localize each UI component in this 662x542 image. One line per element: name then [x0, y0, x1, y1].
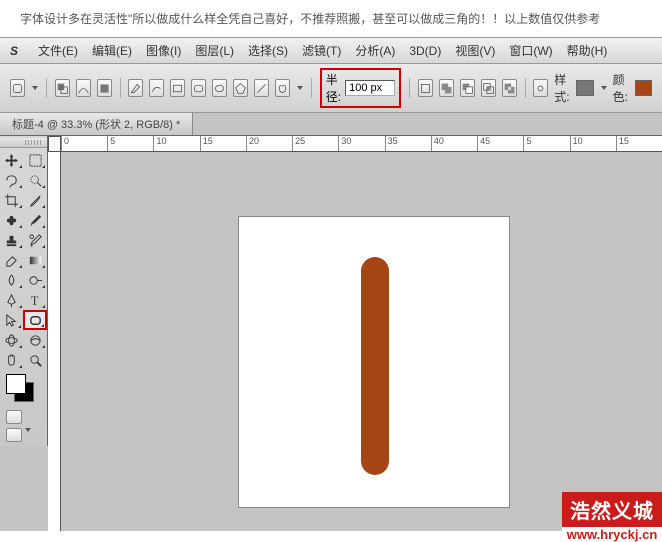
chevron-down-icon[interactable] [32, 86, 38, 90]
tutorial-note: 字体设计多在灵活性"所以做成什么样全凭自己喜好，不推荐照搬，甚至可以做成三角的！… [0, 0, 662, 37]
radius-label: 半径: [326, 71, 341, 105]
menu-help[interactable]: 帮助(H) [567, 42, 608, 59]
toolbox: T [0, 136, 48, 446]
lasso-tool[interactable] [0, 170, 24, 190]
stamp-tool[interactable] [0, 230, 24, 250]
menu-window[interactable]: 窗口(W) [509, 42, 552, 59]
app-badge: S [10, 44, 18, 58]
menu-filter[interactable]: 滤镜(T) [302, 42, 341, 59]
menu-view[interactable]: 视图(V) [455, 42, 495, 59]
foreground-color[interactable] [6, 374, 26, 394]
watermark-url: www.hryckj.cn [562, 527, 662, 542]
rounded-rect-shape[interactable] [361, 257, 389, 475]
canvas-area[interactable] [61, 152, 662, 531]
chevron-down-icon[interactable] [601, 86, 607, 90]
eraser-tool[interactable] [0, 250, 24, 270]
history-brush-tool[interactable] [24, 230, 48, 250]
mode-intersect-icon[interactable] [481, 79, 496, 97]
pen-tool[interactable] [0, 290, 24, 310]
menu-edit[interactable]: 编辑(E) [92, 42, 132, 59]
style-swatch[interactable] [576, 80, 593, 96]
mode-subtract-icon[interactable] [460, 79, 475, 97]
ruler-horizontal[interactable]: 05101520253035404551015 [61, 136, 662, 152]
ruler-vertical[interactable] [48, 152, 61, 531]
watermark: 浩然义城 www.hryckj.cn [562, 492, 662, 542]
quick-select-tool[interactable] [24, 170, 48, 190]
link-icon[interactable] [533, 79, 548, 97]
dodge-tool[interactable] [24, 270, 48, 290]
brush-tool[interactable] [24, 210, 48, 230]
tool-preset-icon[interactable] [10, 79, 25, 97]
shape-layers-icon[interactable] [55, 79, 70, 97]
eyedropper-tool[interactable] [24, 190, 48, 210]
color-label: 颜色: [613, 71, 629, 105]
hand-tool[interactable] [0, 350, 24, 370]
zoom-tool[interactable] [24, 350, 48, 370]
polygon-shape-icon[interactable] [233, 79, 248, 97]
pen-icon[interactable] [128, 79, 143, 97]
menu-select[interactable]: 选择(S) [248, 42, 288, 59]
rounded-rect-shape-icon[interactable] [191, 79, 206, 97]
move-tool[interactable] [0, 150, 24, 170]
canvas[interactable] [239, 217, 509, 507]
rectangle-shape-icon[interactable] [170, 79, 185, 97]
healing-tool[interactable] [0, 210, 24, 230]
custom-shape-icon[interactable] [275, 79, 290, 97]
crop-tool[interactable] [0, 190, 24, 210]
type-tool[interactable]: T [24, 290, 48, 310]
chevron-down-icon[interactable] [297, 86, 303, 90]
document-tab-bar: 标题-4 @ 33.3% (形状 2, RGB/8) * [0, 113, 662, 136]
radius-group: 半径: [320, 68, 401, 108]
fill-pixels-icon[interactable] [97, 79, 112, 97]
svg-text:T: T [31, 294, 39, 308]
ruler-origin[interactable] [48, 136, 61, 152]
menu-bar: S 文件(E) 编辑(E) 图像(I) 图层(L) 选择(S) 滤镜(T) 分析… [0, 37, 662, 64]
options-bar: 半径: 样式: 颜色: [0, 64, 662, 113]
3d-rotate-tool[interactable] [0, 330, 24, 350]
menu-layer[interactable]: 图层(L) [195, 42, 234, 59]
color-picker[interactable] [6, 374, 41, 404]
menu-analysis[interactable]: 分析(A) [355, 42, 395, 59]
menu-image[interactable]: 图像(I) [146, 42, 181, 59]
gradient-tool[interactable] [24, 250, 48, 270]
3d-orbit-tool[interactable] [24, 330, 48, 350]
blur-tool[interactable] [0, 270, 24, 290]
document-tab[interactable]: 标题-4 @ 33.3% (形状 2, RGB/8) * [0, 113, 193, 135]
mode-new-icon[interactable] [418, 79, 433, 97]
screen-mode-toggle[interactable] [6, 428, 22, 442]
paths-icon[interactable] [76, 79, 91, 97]
menu-3d[interactable]: 3D(D) [409, 44, 441, 58]
rounded-rectangle-tool[interactable] [23, 310, 47, 330]
line-shape-icon[interactable] [254, 79, 269, 97]
chevron-down-icon[interactable] [25, 428, 31, 432]
freeform-pen-icon[interactable] [149, 79, 164, 97]
watermark-title: 浩然义城 [562, 492, 662, 527]
toolbox-grip[interactable] [0, 138, 47, 148]
menu-file[interactable]: 文件(E) [38, 42, 78, 59]
color-swatch[interactable] [635, 80, 652, 96]
mode-exclude-icon[interactable] [502, 79, 517, 97]
mode-add-icon[interactable] [439, 79, 454, 97]
marquee-tool[interactable] [24, 150, 48, 170]
workspace: 05101520253035404551015 [0, 136, 662, 531]
quick-mask-toggle[interactable] [6, 410, 22, 424]
path-select-tool[interactable] [0, 310, 23, 330]
style-label: 样式: [554, 71, 570, 105]
radius-input[interactable] [345, 80, 395, 96]
ellipse-shape-icon[interactable] [212, 79, 227, 97]
